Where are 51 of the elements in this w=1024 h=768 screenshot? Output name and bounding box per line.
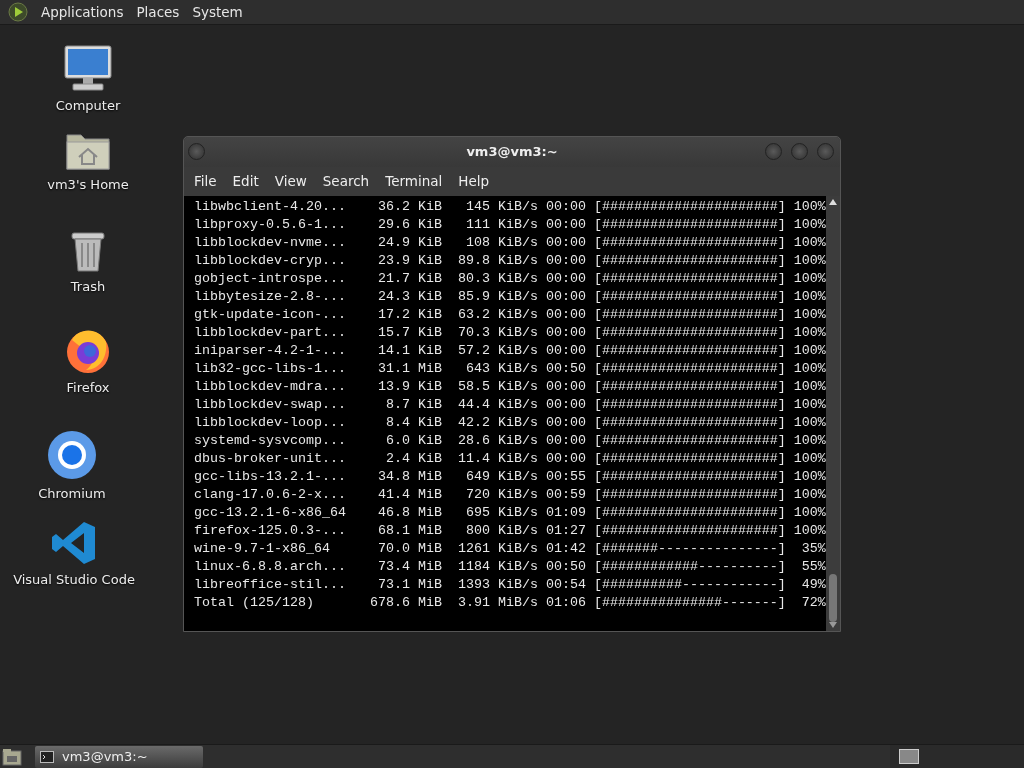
code-editor-icon[interactable] — [51, 520, 97, 566]
scroll-up-icon[interactable] — [829, 199, 837, 205]
terminal-line: dbus-broker-unit... 2.4 KiB 11.4 KiB/s 00:00 [######################] 100% — [194, 450, 826, 468]
terminal-line: gcc-libs-13.2.1-... 34.8 MiB 649 KiB/s 00:55 [######################] 100% — [194, 468, 826, 486]
terminal-line: lib32-gcc-libs-1... 31.1 MiB 643 KiB/s 00:50 [######################] 100% — [194, 360, 826, 378]
desktop-icon-label[interactable]: Chromium — [38, 484, 106, 504]
chromium-icon[interactable] — [47, 430, 97, 480]
terminal-line: gobject-introspe... 21.7 KiB 80.3 KiB/s 00:00 [######################] 100% — [194, 270, 826, 288]
menu-item[interactable]: File — [186, 171, 225, 192]
terminal-line: libblockdev-nvme... 24.9 KiB 108 KiB/s 00:00 [######################] 100% — [194, 234, 826, 252]
terminal-line: libblockdev-loop... 8.4 KiB 42.2 KiB/s 00:00 [######################] 100% — [194, 414, 826, 432]
desktop-icon-label[interactable]: Firefox — [66, 378, 110, 398]
terminal-line: libreoffice-stil... 73.1 MiB 1393 KiB/s 00:54 [##########------------] 49% — [194, 576, 826, 594]
terminal-line: libbytesize-2.8-... 24.3 KiB 85.9 KiB/s 00:00 [######################] 100% — [194, 288, 826, 306]
scrollbar-thumb[interactable] — [829, 574, 837, 622]
terminal-line: linux-6.8.8.arch... 73.4 MiB 1184 KiB/s 00:50 [############----------] 55% — [194, 558, 826, 576]
panel-menu[interactable]: Places — [136, 1, 180, 23]
terminal-line: libwbclient-4.20... 36.2 KiB 145 KiB/s 00:00 [######################] 100% — [194, 198, 826, 216]
menu-item[interactable]: View — [266, 171, 315, 192]
terminal-line: wine-9.7-1-x86_64 70.0 MiB 1261 KiB/s 01:42 [#######---------------] 35% — [194, 540, 826, 558]
terminal-line: iniparser-4.2-1-... 14.1 KiB 57.2 KiB/s 00:00 [######################] 100% — [194, 342, 826, 360]
panel-menu[interactable]: Applications — [41, 1, 124, 23]
window-title: vm3@vm3:~ — [466, 143, 558, 162]
computer-icon[interactable] — [63, 44, 113, 92]
desktop-icon-label[interactable]: vm3's Home — [47, 175, 129, 195]
terminal-line: gcc-13.2.1-6-x86_64 46.8 MiB 695 KiB/s 01:09 [######################] 100% — [194, 504, 826, 522]
scrollbar[interactable] — [826, 196, 840, 631]
terminal-line: libblockdev-swap... 8.7 KiB 44.4 KiB/s 00:00 [######################] 100% — [194, 396, 826, 414]
desktop-icon-label[interactable]: Visual Studio Code — [13, 570, 135, 590]
terminal-line: libblockdev-mdra... 13.9 KiB 58.5 KiB/s 00:00 [######################] 100% — [194, 378, 826, 396]
workspace-switcher[interactable] — [899, 749, 919, 764]
menu-item[interactable]: Search — [314, 171, 378, 192]
terminal-line: libblockdev-part... 15.7 KiB 70.3 KiB/s 00:00 [######################] 100% — [194, 324, 826, 342]
desktop-icon-label[interactable]: Trash — [70, 277, 106, 297]
panel-menu[interactable]: System — [192, 1, 243, 23]
terminal-line: clang-17.0.6-2-x... 41.4 MiB 720 KiB/s 00:59 [######################] 100% — [194, 486, 826, 504]
menu-item[interactable]: Edit — [224, 171, 267, 192]
terminal-line: systemd-sysvcomp... 6.0 KiB 28.6 KiB/s 00:00 [######################] 100% — [194, 432, 826, 450]
terminal-line: libblockdev-cryp... 23.9 KiB 89.8 KiB/s 00:00 [######################] 100% — [194, 252, 826, 270]
menu-logo-icon[interactable] — [8, 2, 28, 22]
terminal-line: gtk-update-icon-... 17.2 KiB 63.2 KiB/s 00:00 [######################] 100% — [194, 306, 826, 324]
show-desktop-icon[interactable] — [2, 747, 22, 766]
terminal-line: Total (125/128) 678.6 MiB 3.91 MiB/s 01:06 [###############-------] 72% — [194, 594, 826, 612]
desktop-icon-label[interactable]: Computer — [55, 96, 121, 116]
terminal-icon — [40, 750, 54, 763]
terminal-line: firefox-125.0.3-... 68.1 MiB 800 KiB/s 01:27 [######################] 100% — [194, 522, 826, 540]
menu-item[interactable]: Terminal — [377, 171, 451, 192]
taskbar-button[interactable]: vm3@vm3:~ — [35, 745, 203, 768]
terminal-line: libproxy-0.5.6-1... 29.6 KiB 111 KiB/s 00:00 [######################] 100% — [194, 216, 826, 234]
menu-item[interactable]: Help — [450, 171, 498, 192]
trash-icon[interactable] — [68, 229, 108, 273]
